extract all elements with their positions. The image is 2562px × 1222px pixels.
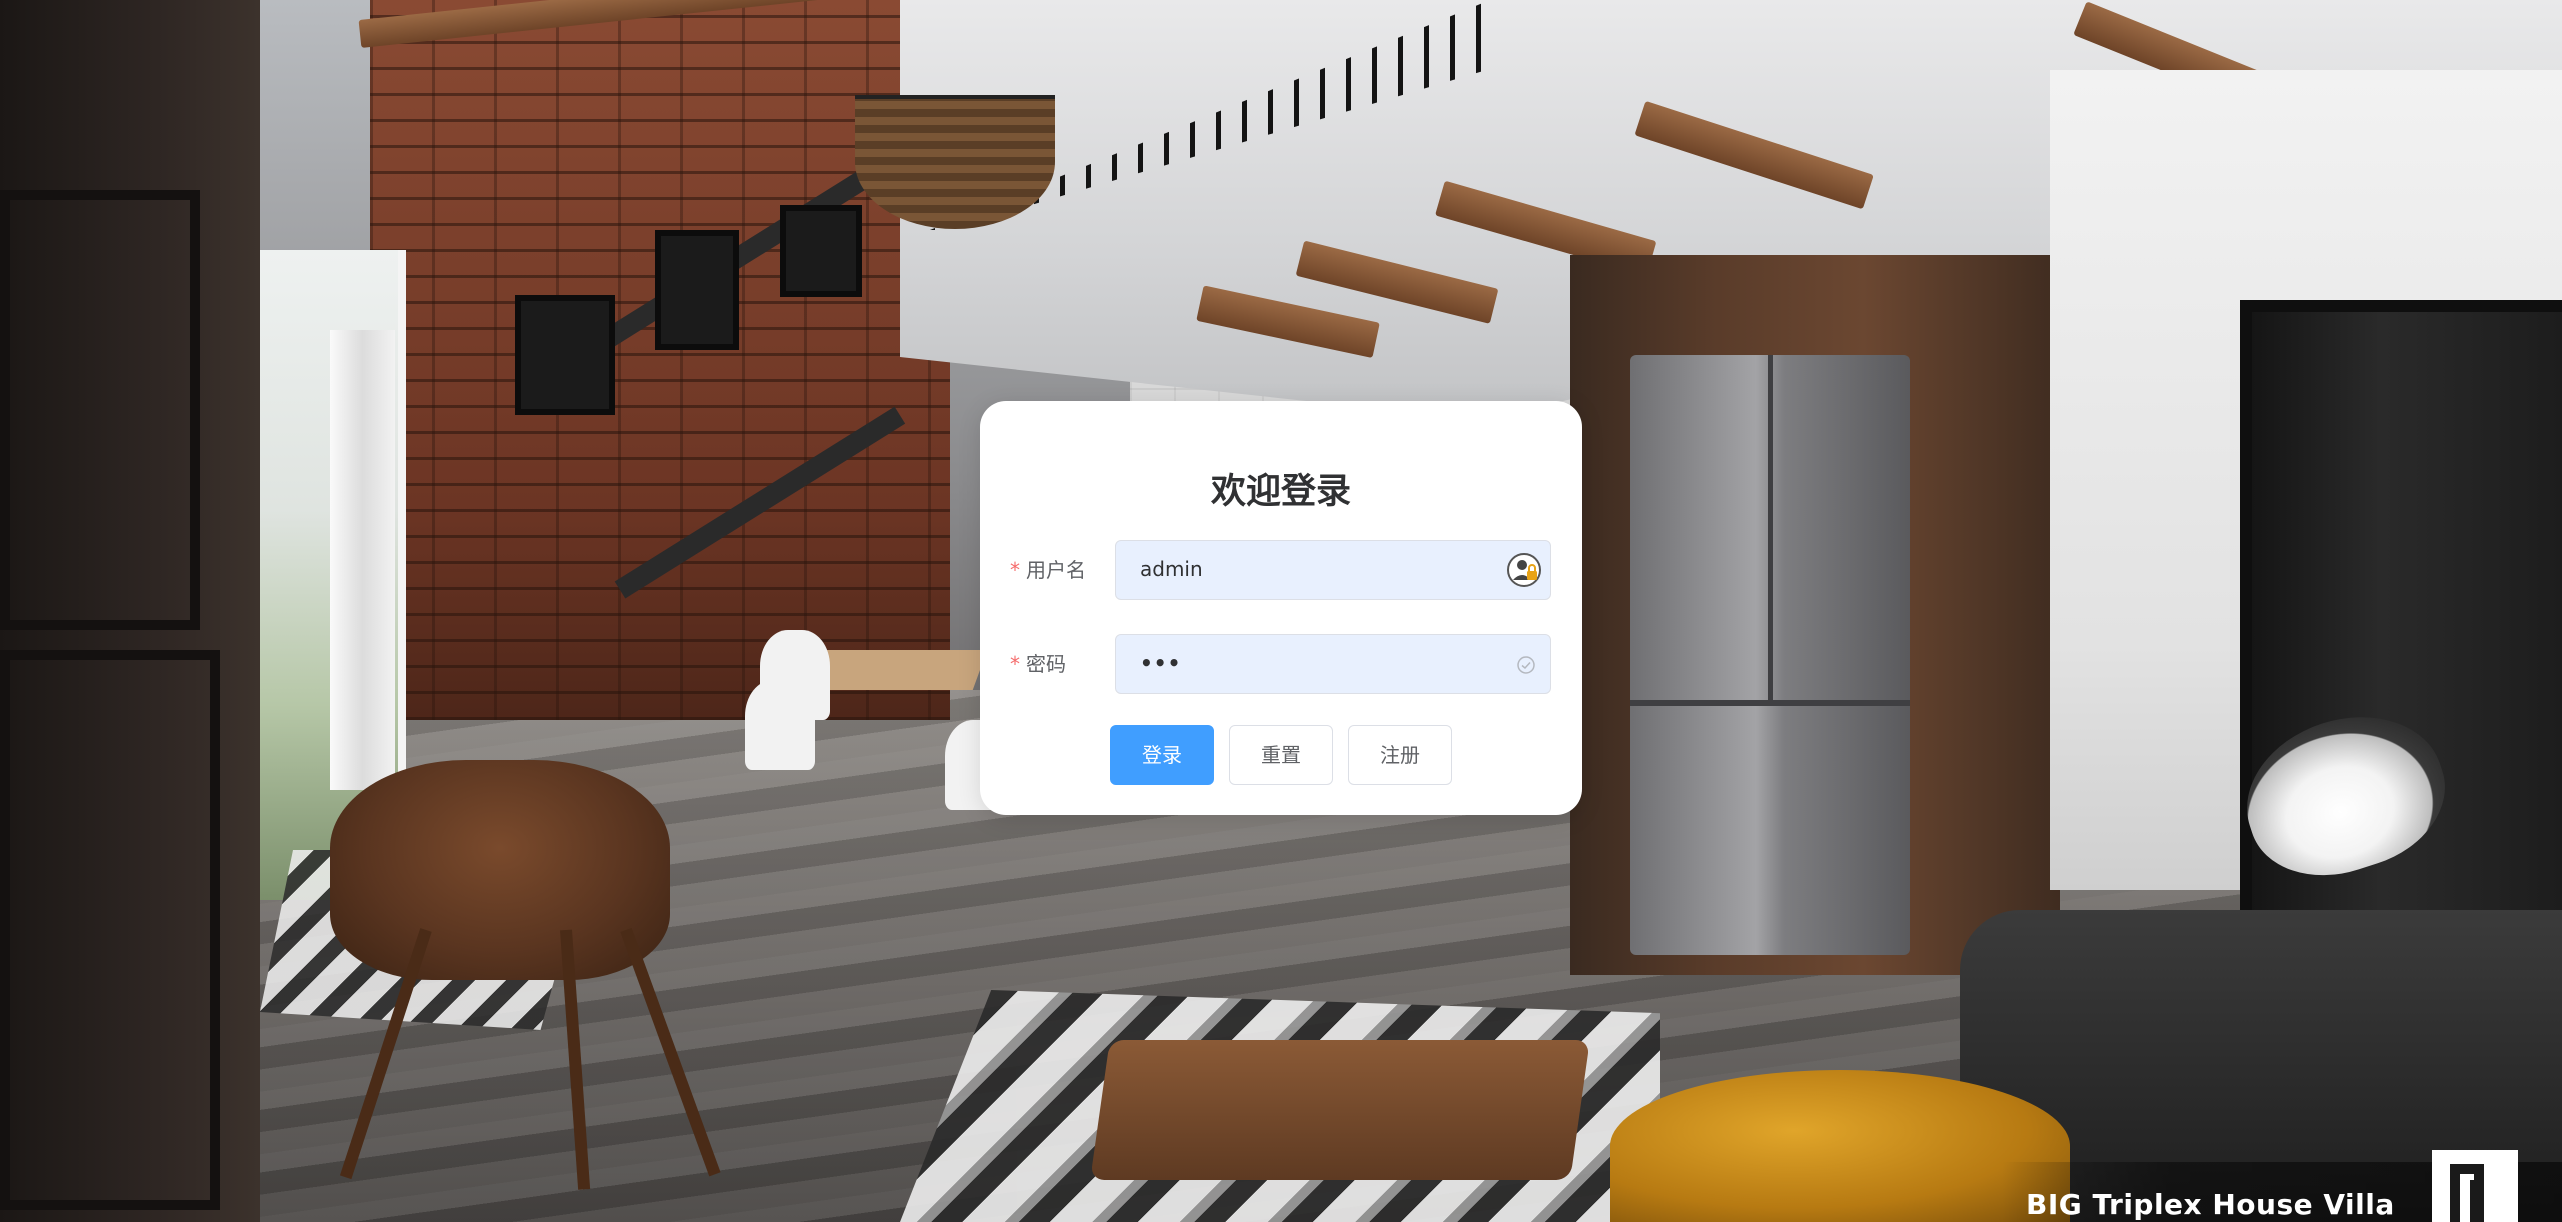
register-button[interactable]: 注册 [1348,725,1452,785]
pendant-lamp [855,95,1055,229]
login-title: 欢迎登录 [1210,472,1351,512]
username-input[interactable]: admin [1115,540,1551,600]
username-value: admin [1140,557,1203,581]
dining-chair [745,680,815,770]
shelf-frame [0,650,220,1210]
required-mark: * [1010,652,1020,676]
wall-picture [780,205,862,297]
watermark-text: BIG Triplex House Villa [2026,1188,2395,1221]
username-label: * 用户名 [1010,540,1086,600]
wall-picture [655,230,739,350]
watermark-logo-icon [2432,1150,2518,1222]
username-label-text: 用户名 [1026,558,1086,582]
cushion [1610,1070,2070,1222]
required-mark: * [1010,558,1020,582]
login-button[interactable]: 登录 [1110,725,1214,785]
refrigerator-divider [1630,700,1910,706]
password-value: ••• [1140,651,1182,675]
password-label-text: 密码 [1026,652,1066,676]
reset-button[interactable]: 重置 [1229,725,1333,785]
username-row: * 用户名 admin [980,540,1582,600]
armchair [330,760,670,980]
password-row: * 密码 ••• [980,634,1582,694]
check-circle-icon [1517,656,1535,674]
shelf-frame [0,190,200,630]
password-input[interactable]: ••• [1115,634,1551,694]
autofill-key-icon[interactable] [1506,552,1542,588]
refrigerator-divider [1768,355,1773,700]
coffee-table [1090,1040,1590,1180]
password-label: * 密码 [1010,634,1066,694]
wall-picture [515,295,615,415]
glass-door [2240,300,2562,984]
curtain [330,330,395,790]
